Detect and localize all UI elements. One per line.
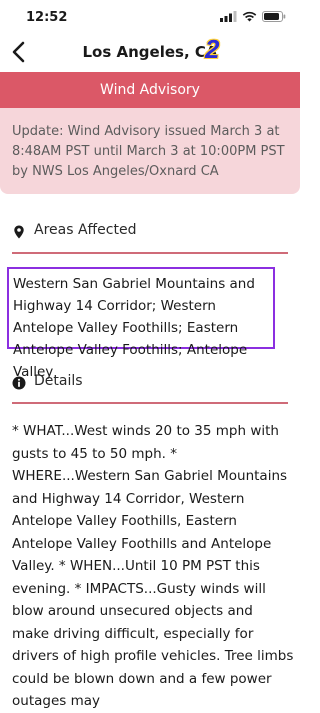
info-icon (12, 376, 26, 390)
map-pin-icon (14, 225, 24, 239)
signal-icon (220, 11, 237, 22)
areas-highlight-box: Western San Gabriel Mountains and Highwa… (7, 267, 275, 380)
nav-bar: Los Angeles, CA 2 (0, 32, 300, 72)
alert-header: Wind Advisory (0, 72, 300, 108)
page-title: Los Angeles, CA (82, 43, 218, 61)
divider (12, 252, 288, 254)
battery-icon (262, 11, 286, 22)
details-label: Details (34, 373, 83, 389)
status-time: 12:52 (26, 10, 68, 25)
details-section-header: Details (12, 372, 288, 398)
alert-card: Wind Advisory Update: Wind Advisory issu… (0, 72, 300, 194)
areas-text: Western San Gabriel Mountains and Highwa… (13, 276, 255, 380)
areas-label: Areas Affected (34, 222, 137, 238)
status-bar: 12:52 (0, 0, 300, 32)
details-text: * WHAT...West winds 20 to 35 mph with gu… (12, 423, 294, 709)
annotation-number: 2 (205, 34, 220, 64)
status-icons (220, 11, 286, 22)
alert-body: Update: Wind Advisory issued March 3 at … (12, 124, 285, 179)
areas-section-header: Areas Affected (12, 221, 288, 247)
wifi-icon (242, 11, 257, 22)
divider (12, 402, 288, 404)
